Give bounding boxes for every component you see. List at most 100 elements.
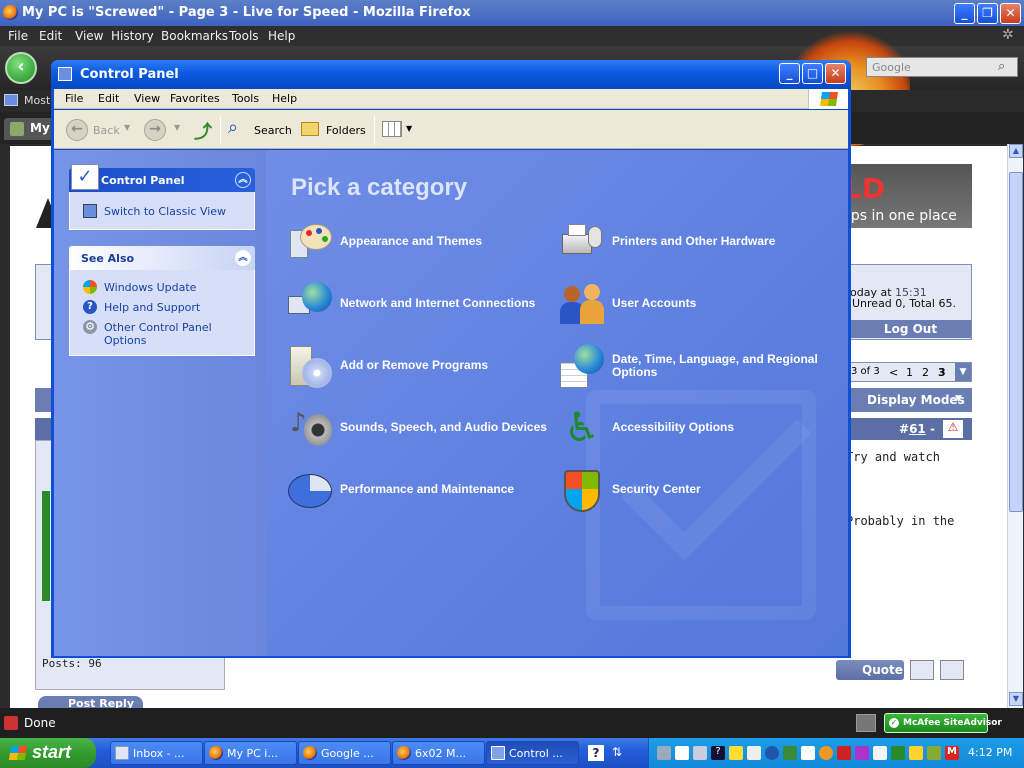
scroll-up-icon[interactable]: ▲ [1009,144,1023,158]
category-user-accounts[interactable]: User Accounts [560,282,810,328]
cp-menu-tools[interactable]: Tools [232,92,259,105]
up-folder-icon[interactable]: ⤴ [194,118,212,144]
forward-arrow-icon[interactable]: → [144,119,166,141]
cp-menu-view[interactable]: View [134,92,160,105]
tray-help-icon[interactable]: ? [711,746,725,760]
scroll-thumb[interactable] [1009,172,1023,512]
category-printers-hardware[interactable]: Printers and Other Hardware [560,220,810,266]
post-reply-button[interactable]: Post Reply [38,696,143,708]
cp-box-header[interactable]: ✓ Control Panel ︽ [69,164,255,192]
mcafee-siteadvisor-button[interactable]: ✓ McAfee SiteAdvisor [884,713,1002,733]
status-tool-icon[interactable] [856,714,876,732]
help-icon[interactable]: ? [588,745,604,761]
collapse-chevron-icon[interactable]: ︽ [235,250,251,266]
tray-sync-icon[interactable] [783,746,797,760]
bookmark-most-visited[interactable]: Most [24,94,50,107]
multiquote-button[interactable] [910,660,934,680]
ff-menu-tools[interactable]: Tools [229,29,259,43]
cp-menu-favorites[interactable]: Favorites [170,92,220,105]
report-post-icon[interactable]: ⚠ [943,420,963,438]
tray-window-icon[interactable] [693,746,707,760]
ff-menu-edit[interactable]: Edit [39,29,62,43]
firefox-restore-button[interactable]: ❐ [977,3,998,24]
ff-tab-active[interactable]: My [4,118,54,140]
tray-messenger-icon[interactable] [675,746,689,760]
cp-menu-edit[interactable]: Edit [98,92,119,105]
pager-1[interactable]: 1 [906,366,913,379]
collapse-chevron-icon[interactable]: ︽ [235,172,251,188]
category-date-time-language[interactable]: Date, Time, Language, and Regional Optio… [560,344,830,390]
cp-menu-file[interactable]: File [65,92,83,105]
switch-classic-view-link[interactable]: Switch to Classic View [104,205,226,218]
search-icon[interactable]: ⌕ [998,59,1014,75]
tray-app-icon[interactable] [927,746,941,760]
tray-x-icon[interactable] [873,746,887,760]
ff-menu-history[interactable]: History [111,29,154,43]
cp-folders-button[interactable]: Folders [326,124,366,137]
tray-security-icon[interactable] [837,746,851,760]
control-panel-titlebar[interactable]: Control Panel _ □ ✕ [51,60,851,89]
pager-3[interactable]: 3 [938,366,946,379]
see-also-header[interactable]: See Also ︽ [69,246,255,270]
start-button[interactable]: start [0,738,96,768]
ff-back-button[interactable]: ‹ [5,52,37,84]
help-support-link[interactable]: Help and Support [104,301,200,314]
firefox-minimize-button[interactable]: _ [954,3,975,24]
cp-close-button[interactable]: ✕ [825,63,846,84]
cp-menu-help[interactable]: Help [272,92,297,105]
task-control-panel[interactable]: Control ... [486,741,579,765]
back-dropdown-icon[interactable]: ▼ [124,123,130,132]
windows-update-link[interactable]: Windows Update [104,281,196,294]
tray-shield-icon[interactable] [891,746,905,760]
back-arrow-icon[interactable]: ← [66,119,88,141]
category-appearance-themes[interactable]: Appearance and Themes [288,220,538,266]
category-sounds-speech-audio[interactable]: ♪ Sounds, Speech, and Audio Devices [288,406,548,452]
task-firefox-6x02[interactable]: 6x02 M... [392,741,485,765]
tray-media-icon[interactable] [855,746,869,760]
tray-doc-icon[interactable] [747,746,761,760]
firefox-vertical-scrollbar[interactable]: ▲ ▼ [1007,144,1023,708]
other-options-link[interactable]: Other Control Panel Options [104,321,214,347]
tray-mcafee-icon[interactable]: M [945,746,959,760]
category-network-internet[interactable]: Network and Internet Connections [288,282,548,328]
tray-monitor-icon[interactable] [801,746,815,760]
views-dropdown-icon[interactable]: ▼ [406,124,412,133]
cp-maximize-button[interactable]: □ [802,63,823,84]
folders-icon[interactable] [301,122,319,136]
ff-menu-view[interactable]: View [75,29,103,43]
category-security-center[interactable]: Security Center [560,468,810,514]
logout-link[interactable]: Log Out [850,320,971,338]
tray-network-icon[interactable] [657,746,671,760]
tray-alert-icon[interactable] [909,746,923,760]
ff-menu-bookmarks[interactable]: Bookmarks [161,29,228,43]
pager-dropdown-icon[interactable]: ▼ [955,363,971,381]
tray-speaker-icon[interactable] [819,746,833,760]
pager-2[interactable]: 2 [922,366,929,379]
cp-minimize-button[interactable]: _ [779,63,800,84]
firefox-close-button[interactable]: ✕ [1000,3,1021,24]
tray-note-icon[interactable] [729,746,743,760]
ff-search-input[interactable]: Google [866,57,1018,77]
category-add-remove-programs[interactable]: Add or Remove Programs [288,344,538,390]
display-modes-menu[interactable]: Display Modes [867,393,965,407]
cp-back-label[interactable]: Back [93,124,120,137]
pager-prev[interactable]: < [889,366,898,379]
quick-reply-button[interactable] [940,660,964,680]
task-firefox-mypc[interactable]: My PC i... [204,741,297,765]
forward-dropdown-icon[interactable]: ▼ [174,123,180,132]
search-magnifier-icon[interactable]: ⌕ [228,117,238,138]
category-performance-maintenance[interactable]: Performance and Maintenance [288,468,538,514]
category-accessibility[interactable]: ♿ Accessibility Options [560,406,810,452]
firefox-titlebar[interactable]: My PC is "Screwed" - Page 3 - Live for S… [0,0,1024,26]
views-icon[interactable] [382,121,402,137]
ff-menu-help[interactable]: Help [268,29,295,43]
cp-search-button[interactable]: Search [254,124,292,137]
tray-globe-icon[interactable] [765,746,779,760]
taskbar-clock[interactable]: 4:12 PM [968,746,1012,759]
ff-menu-file[interactable]: File [8,29,28,43]
scroll-down-icon[interactable]: ▼ [1009,692,1023,706]
post-number-link[interactable]: #61 - [899,422,935,436]
quote-button[interactable]: Quote [836,660,904,680]
task-inbox[interactable]: Inbox - ... [110,741,203,765]
task-firefox-google[interactable]: Google ... [298,741,391,765]
